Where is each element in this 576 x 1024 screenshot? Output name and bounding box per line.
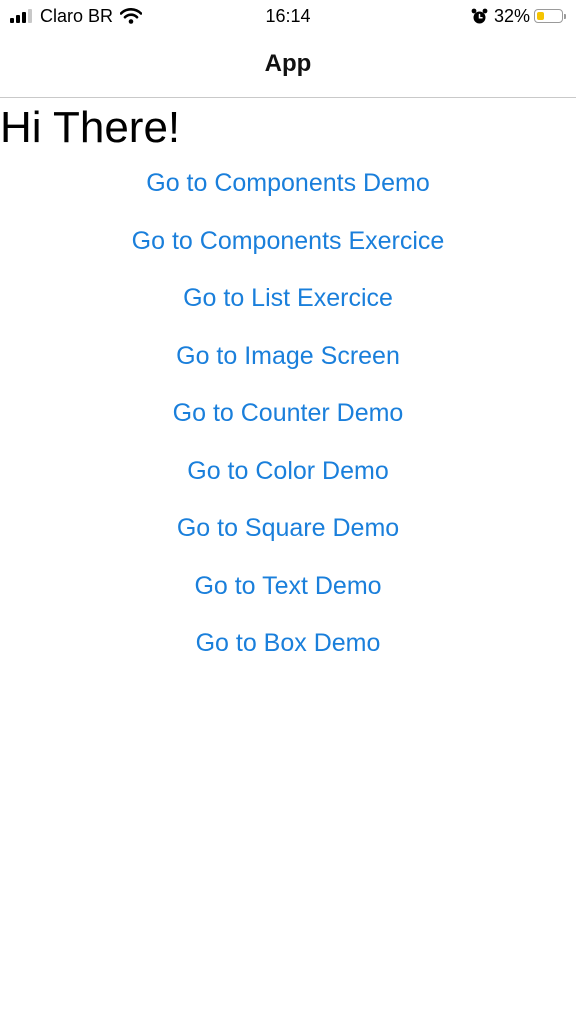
status-bar: Claro BR 16:14 32% (0, 0, 576, 32)
page-title: App (264, 50, 312, 77)
nav-link-button[interactable]: Go to Counter Demo (0, 385, 576, 443)
navigation-link-list: Go to Components Demo Go to Components Ex… (0, 155, 576, 673)
nav-link-button[interactable]: Go to Text Demo (0, 558, 576, 616)
nav-link-button[interactable]: Go to Components Demo (0, 155, 576, 213)
status-right: 32% (471, 5, 566, 27)
alarm-icon (471, 8, 488, 23)
app-screen: Claro BR 16:14 32% App Hi There! Go to C… (0, 0, 576, 1024)
nav-link-button[interactable]: Go to Color Demo (0, 443, 576, 501)
battery-level-fill (537, 12, 544, 20)
nav-link-button[interactable]: Go to Components Exercice (0, 213, 576, 271)
battery-tip (564, 13, 566, 19)
navigation-header: App (0, 32, 576, 98)
nav-link-button[interactable]: Go to Square Demo (0, 500, 576, 558)
nav-link-button[interactable]: Go to Image Screen (0, 328, 576, 386)
nav-link-button[interactable]: Go to Box Demo (0, 615, 576, 673)
battery-icon (534, 9, 563, 23)
nav-link-button[interactable]: Go to List Exercice (0, 270, 576, 328)
greeting-text: Hi There! (0, 103, 181, 152)
battery-percent: 32% (493, 6, 530, 26)
